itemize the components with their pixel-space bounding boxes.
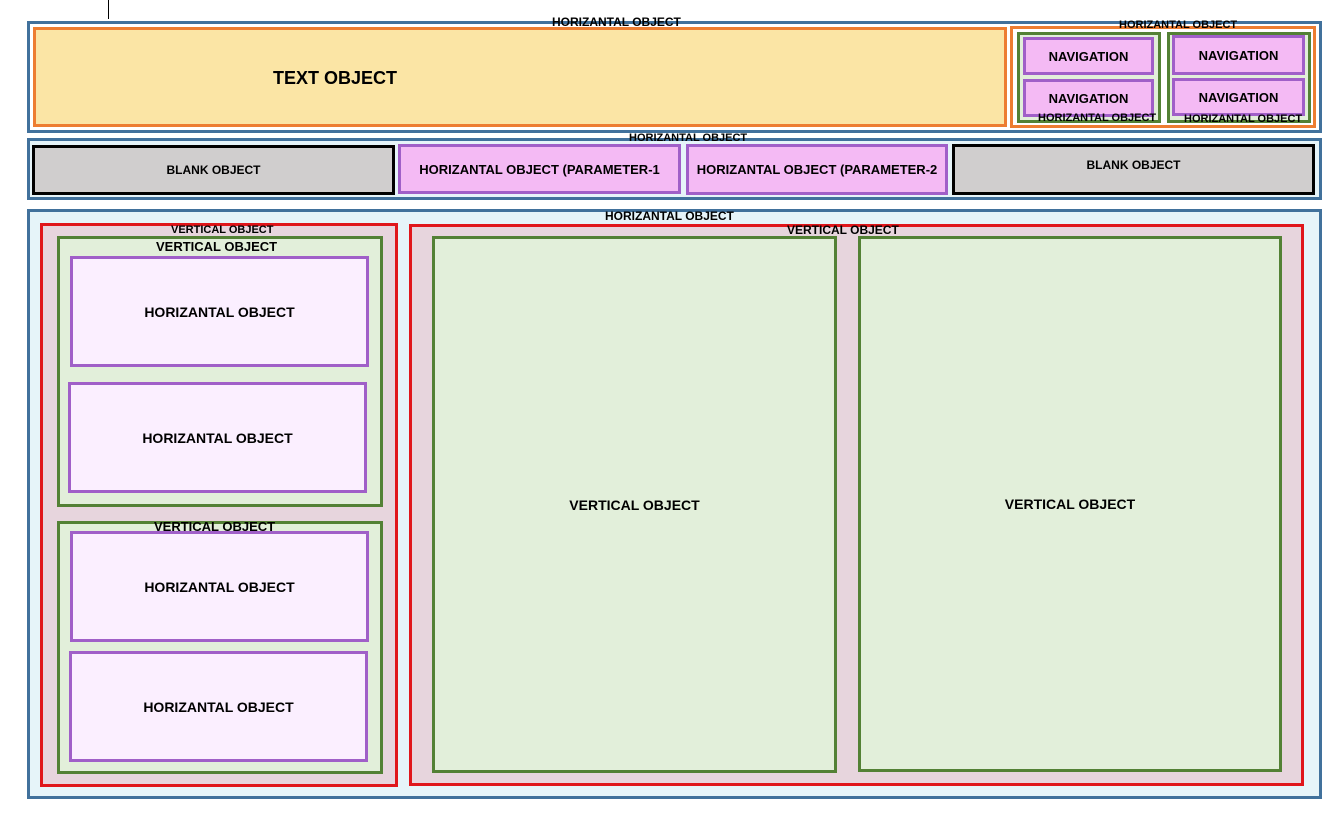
nav-column-left-title: HORIZANTAL OBJECT bbox=[1038, 112, 1157, 124]
parameter-1[interactable]: HORIZANTAL OBJECT (PARAMETER-1 bbox=[398, 144, 681, 194]
blank-object-label: BLANK OBJECT bbox=[166, 163, 261, 177]
nav-column-right-title: HORIZANTAL OBJECT bbox=[1184, 113, 1303, 125]
left-group-1-item-2: HORIZANTAL OBJECT bbox=[68, 382, 367, 493]
nav-item-right-1[interactable]: NAVIGATION bbox=[1172, 35, 1305, 75]
nav-item-left-1[interactable]: NAVIGATION bbox=[1023, 37, 1154, 75]
blank-object-right: BLANK OBJECT bbox=[952, 144, 1315, 195]
parameter-2-label: HORIZANTAL OBJECT (PARAMETER-2 bbox=[696, 162, 938, 177]
blank-object-left: BLANK OBJECT bbox=[32, 145, 395, 195]
text-object-label: TEXT OBJECT bbox=[273, 68, 398, 88]
text-object bbox=[33, 27, 1007, 127]
left-panel-title: VERTICAL OBJECT bbox=[171, 224, 274, 236]
parameter-1-label: HORIZANTAL OBJECT (PARAMETER-1 bbox=[419, 161, 660, 177]
nav-group-title: HORIZANTAL OBJECT bbox=[1119, 19, 1238, 31]
column-label: VERTICAL OBJECT bbox=[1004, 496, 1136, 512]
blank-object-label: BLANK OBJECT bbox=[1086, 158, 1181, 172]
cursor-tick bbox=[108, 0, 109, 19]
nav-item-label: NAVIGATION bbox=[1198, 47, 1279, 63]
nav-item-label: NAVIGATION bbox=[1198, 89, 1279, 105]
item-label: HORIZANTAL OBJECT bbox=[144, 303, 295, 320]
right-panel-column-2: VERTICAL OBJECT bbox=[858, 236, 1282, 772]
parameter-bar-title: HORIZANTAL OBJECT bbox=[629, 132, 748, 144]
item-label: HORIZANTAL OBJECT bbox=[144, 578, 295, 595]
left-group-2-item-2: HORIZANTAL OBJECT bbox=[69, 651, 368, 762]
item-label: HORIZANTAL OBJECT bbox=[142, 429, 293, 446]
column-label: VERTICAL OBJECT bbox=[569, 496, 700, 513]
main-section-title: HORIZANTAL OBJECT bbox=[605, 209, 734, 223]
right-panel-title: VERTICAL OBJECT bbox=[787, 223, 899, 237]
parameter-2[interactable]: HORIZANTAL OBJECT (PARAMETER-2 bbox=[686, 144, 948, 195]
left-group-1-title: VERTICAL OBJECT bbox=[156, 239, 278, 254]
nav-item-label: NAVIGATION bbox=[1048, 90, 1129, 106]
right-panel-column-1: VERTICAL OBJECT bbox=[432, 236, 837, 773]
left-group-2-item-1: HORIZANTAL OBJECT bbox=[70, 531, 369, 642]
left-group-1-item-1: HORIZANTAL OBJECT bbox=[70, 256, 369, 367]
nav-item-right-2[interactable]: NAVIGATION bbox=[1172, 78, 1305, 116]
nav-item-label: NAVIGATION bbox=[1048, 48, 1129, 64]
item-label: HORIZANTAL OBJECT bbox=[143, 698, 294, 715]
